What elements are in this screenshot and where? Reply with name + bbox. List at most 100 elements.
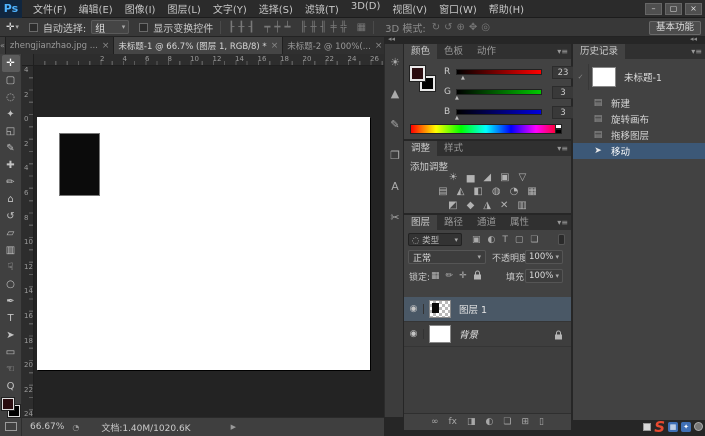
tab-2[interactable]: 动作 xyxy=(470,44,503,59)
screen-mode-icon[interactable] xyxy=(5,422,17,431)
opacity-field[interactable]: 100% ▾ xyxy=(525,250,563,264)
sogou-logo[interactable]: S xyxy=(654,418,665,436)
close-icon[interactable]: × xyxy=(102,41,110,51)
crop-tool[interactable]: ◱ xyxy=(2,123,20,140)
filter-toggle-switch[interactable] xyxy=(558,234,565,245)
adjustment-icon[interactable]: ▅ xyxy=(467,172,475,183)
layer-mask-icon[interactable]: ◨ xyxy=(467,417,476,427)
slider-thumb-icon[interactable]: ▲ xyxy=(455,115,459,121)
history-entry[interactable]: ▤拖移图层 xyxy=(573,127,705,143)
tab-2[interactable]: 通道 xyxy=(470,215,503,230)
channel-value-field[interactable]: 3 xyxy=(552,106,574,119)
layer-filter-icon[interactable]: ◐ xyxy=(488,235,496,245)
menu-item[interactable]: 3D(D) xyxy=(346,0,386,18)
adjustment-icon[interactable]: ▤ xyxy=(438,186,447,197)
3d-mode-icon[interactable]: ↻ xyxy=(432,22,440,33)
menu-item[interactable]: 文字(Y) xyxy=(208,0,252,18)
dodge-tool[interactable]: ○ xyxy=(2,276,20,293)
delete-layer-icon[interactable]: ▯ xyxy=(539,417,544,427)
menu-item[interactable]: 滤镜(T) xyxy=(300,0,344,18)
adjustment-icon[interactable]: ▦ xyxy=(527,186,536,197)
tab-history[interactable]: 历史记录 xyxy=(573,44,625,59)
link-layers-icon[interactable]: ∞ xyxy=(431,417,439,427)
adjustment-icon[interactable]: ◮ xyxy=(483,200,491,211)
collapse-panels-icon[interactable]: ◂◂ xyxy=(388,35,395,43)
lasso-tool[interactable]: ◌ xyxy=(2,89,20,106)
history-snapshot-row[interactable]: ✓ 未标题-1 xyxy=(573,64,705,90)
slider-thumb-icon[interactable]: ▲ xyxy=(455,95,459,101)
vertical-ruler[interactable]: 42024681012141618202224 xyxy=(22,66,34,417)
adjustment-icon[interactable]: ◧ xyxy=(473,186,482,197)
tab-0[interactable]: 调整 xyxy=(404,141,437,156)
tab-1[interactable]: 路径 xyxy=(437,215,470,230)
color-spectrum-ramp[interactable] xyxy=(410,124,562,134)
layer-row[interactable]: ◉背景 xyxy=(404,322,571,347)
align-icon[interactable]: ╪ xyxy=(331,22,337,33)
new-layer-icon[interactable]: ⊞ xyxy=(521,417,529,427)
marquee-tool[interactable]: ▢ xyxy=(2,72,20,89)
menu-item[interactable]: 视图(V) xyxy=(387,0,432,18)
overlay-settings-icon[interactable] xyxy=(694,422,703,431)
lock-option-icon[interactable]: ✏ xyxy=(446,271,454,281)
horizontal-ruler[interactable]: 2468101214161820222426 xyxy=(34,54,384,66)
channel-slider-track[interactable] xyxy=(456,89,542,95)
layer-name[interactable]: 背景 xyxy=(459,327,478,341)
layer-filter-icon[interactable]: ❏ xyxy=(530,235,538,245)
layer-filter-kind-dropdown[interactable]: ◌ 类型 ▾ xyxy=(408,233,462,246)
current-tool-icon[interactable]: ✛ xyxy=(6,22,14,33)
align-icon[interactable]: ╢ xyxy=(321,22,327,33)
close-icon[interactable]: × xyxy=(375,41,383,51)
black-rectangle-layer[interactable] xyxy=(59,133,100,196)
close-button[interactable]: × xyxy=(685,3,702,15)
layer-name[interactable]: 图层 1 xyxy=(459,302,487,316)
status-options-arrow-icon[interactable]: ▶ xyxy=(231,423,236,431)
align-icon[interactable]: ┯ xyxy=(264,22,270,33)
history-brush-tool[interactable]: ↺ xyxy=(2,208,20,225)
align-icon[interactable]: ╂ xyxy=(238,22,244,33)
menu-item[interactable]: 编辑(E) xyxy=(74,0,118,18)
3d-mode-icon[interactable]: ↺ xyxy=(444,22,452,33)
snapshot-thumbnail[interactable] xyxy=(592,67,616,87)
show-transform-checkbox[interactable] xyxy=(139,23,148,32)
menu-item[interactable]: 图层(L) xyxy=(162,0,205,18)
history-source-well[interactable]: ✓ xyxy=(573,64,589,90)
panel-foreground-swatch[interactable] xyxy=(410,66,425,81)
type-tool[interactable]: T xyxy=(2,310,20,327)
adjustment-icon[interactable]: ◢ xyxy=(483,172,491,183)
path-selection-tool[interactable]: ➤ xyxy=(2,327,20,344)
tab-0[interactable]: 图层 xyxy=(404,215,437,230)
workspace-switcher-button[interactable]: 基本功能 xyxy=(649,21,701,35)
layer-effects-icon[interactable]: fx xyxy=(449,417,458,427)
layer-thumbnail[interactable] xyxy=(429,325,451,343)
tab-1[interactable]: 样式 xyxy=(437,141,470,156)
3d-mode-icon[interactable]: ◎ xyxy=(481,22,490,33)
healing-brush-tool[interactable]: ✚ xyxy=(2,157,20,174)
align-icon[interactable]: ╟ xyxy=(300,22,306,33)
histogram-panel-icon[interactable]: ▲ xyxy=(385,87,405,100)
panel-menu-icon[interactable]: ▾≡ xyxy=(557,218,568,227)
adjustment-icon[interactable]: ▣ xyxy=(500,172,509,183)
gradient-tool[interactable]: ▥ xyxy=(2,242,20,259)
eyedropper-tool[interactable]: ✎ xyxy=(2,140,20,157)
adjustment-icon[interactable]: ◭ xyxy=(457,186,465,197)
maximize-button[interactable]: ▢ xyxy=(665,3,682,15)
canvas-pasteboard[interactable] xyxy=(34,66,384,417)
zoom-level-field[interactable]: 66.67% xyxy=(30,422,64,432)
clone-source-panel-icon[interactable]: ❐ xyxy=(385,149,405,162)
adjustment-icon[interactable]: ◆ xyxy=(467,200,475,211)
adjustment-icon[interactable]: ✕ xyxy=(500,200,508,211)
minimize-button[interactable]: – xyxy=(645,3,662,15)
3d-mode-icon[interactable]: ⊕ xyxy=(456,22,464,33)
overlay-tool-icon[interactable]: ✦ xyxy=(681,422,691,432)
adjustment-layer-icon[interactable]: ◐ xyxy=(486,417,494,427)
adjustment-icon[interactable]: ☀ xyxy=(449,172,458,183)
visibility-eye-icon[interactable]: ◉ xyxy=(404,304,424,314)
align-icon[interactable]: ┷ xyxy=(284,22,290,33)
slider-thumb-icon[interactable]: ▲ xyxy=(461,75,465,81)
align-icon[interactable]: ┨ xyxy=(248,22,254,33)
align-icon[interactable]: ┿ xyxy=(274,22,280,33)
document-tab[interactable]: zhengjianzhao.jpg ...× xyxy=(6,37,115,54)
history-entry[interactable]: ▤新建 xyxy=(573,95,705,111)
lock-option-icon[interactable]: ✛ xyxy=(459,271,467,281)
lock-icon[interactable] xyxy=(473,270,482,283)
